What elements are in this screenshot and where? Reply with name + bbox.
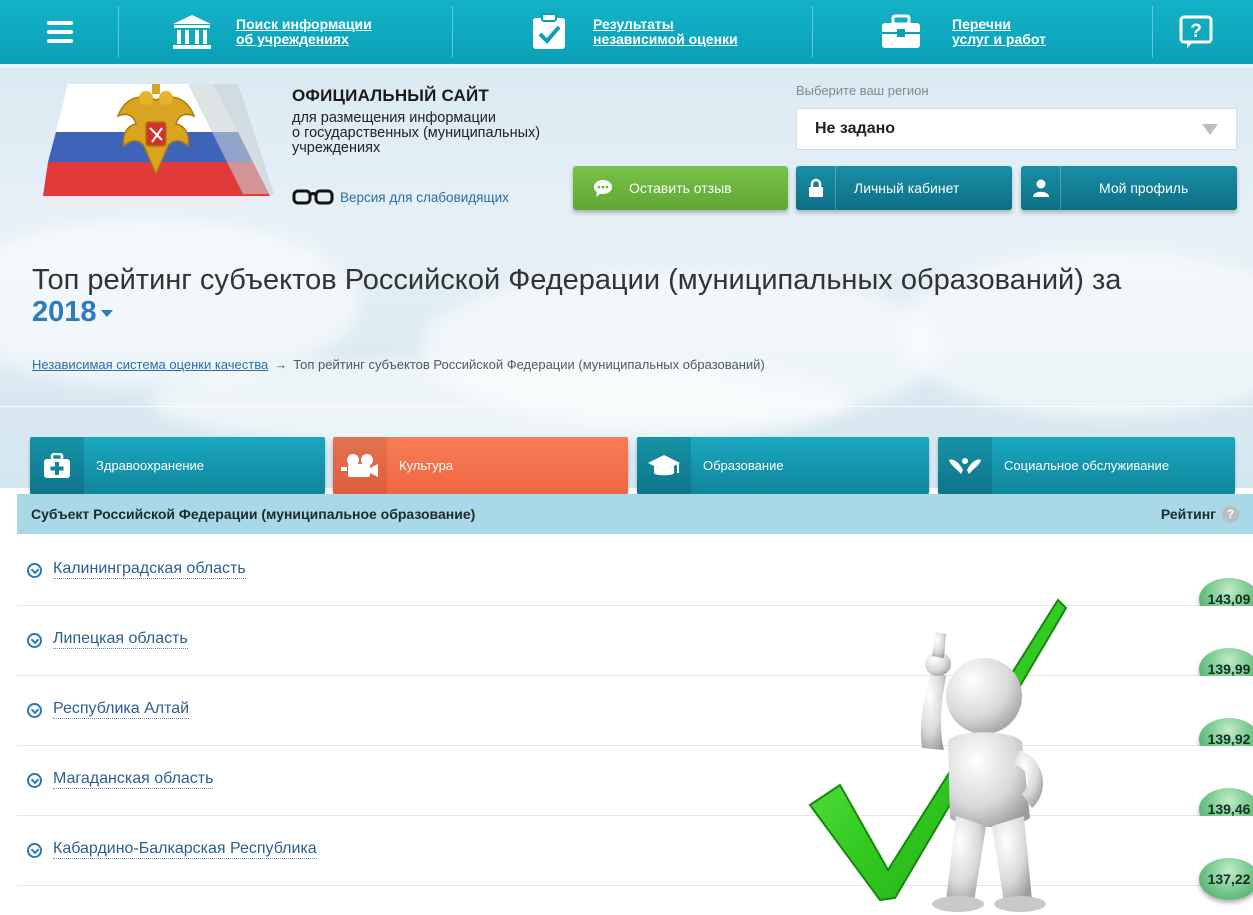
low-vision-version-link[interactable]: Версия для слабовидящих [292, 188, 509, 206]
low-vision-label[interactable]: Версия для слабовидящих [340, 190, 509, 205]
film-camera-icon [333, 437, 387, 494]
year-selector[interactable]: 2018 [32, 296, 113, 328]
region-select[interactable]: Не задано [796, 108, 1237, 150]
year-value[interactable]: 2018 [32, 296, 97, 328]
region-name-link[interactable]: Калининградская область [53, 559, 246, 579]
question-mark-icon[interactable]: ? [1222, 505, 1239, 523]
rating-score-badge: 137,22 [1199, 858, 1253, 900]
tab-education[interactable]: Образование [637, 437, 929, 494]
region-label: Выберите ваш регион [796, 83, 929, 98]
menu-button[interactable] [40, 0, 80, 64]
svg-text:?: ? [1190, 21, 1202, 42]
graduation-cap-icon [637, 437, 691, 494]
breadcrumb-arrow: → [274, 357, 288, 372]
column-header-subject[interactable]: Субъект Российской Федерации (муниципаль… [31, 506, 475, 522]
table-row: Республика Алтай 139,92 [17, 676, 1253, 760]
nav-link-line[interactable]: Перечни [952, 17, 1046, 32]
nav-link-line[interactable]: Результаты [593, 17, 738, 32]
expand-chevron-icon[interactable] [27, 703, 42, 718]
menu-bar-line [47, 39, 73, 43]
region-name-link[interactable]: Республика Алтай [53, 699, 190, 719]
nav-link-line[interactable]: услуг и работ [952, 32, 1046, 47]
personal-cabinet-label: Личный кабинет [854, 180, 960, 196]
expand-chevron-icon[interactable] [27, 773, 42, 788]
briefcase-icon [882, 14, 920, 48]
tab-label: Образование [703, 458, 784, 473]
russian-coat-of-arms-logo[interactable] [38, 74, 288, 224]
caret-down-icon [100, 309, 113, 317]
nav-item-independent-evaluation[interactable]: Результаты независимой оценки [527, 0, 738, 64]
glasses-icon [292, 189, 334, 205]
table-header: Субъект Российской Федерации (муниципаль… [17, 494, 1253, 534]
breadcrumb: Независимая система оценки качества → То… [32, 357, 765, 372]
leave-feedback-button[interactable]: Оставить отзыв [573, 166, 788, 210]
expand-chevron-icon[interactable] [27, 633, 42, 648]
region-select-value: Не задано [815, 120, 896, 137]
nav-item-search-institutions[interactable]: Поиск информации об учреждениях [170, 0, 372, 64]
personal-cabinet-button[interactable]: Личный кабинет [796, 166, 1012, 210]
institution-building-icon [173, 15, 211, 49]
nav-item-services-list[interactable]: Перечни услуг и работ [878, 0, 1046, 64]
site-header: ОФИЦИАЛЬНЫЙ САЙТ для размещения информац… [0, 68, 1253, 488]
first-aid-kit-icon [30, 437, 84, 494]
tab-label: Социальное обслуживание [1004, 458, 1170, 473]
breadcrumb-current: Топ рейтинг субъектов Российской Федерац… [293, 357, 765, 372]
tab-social-services[interactable]: Социальное обслуживание [938, 437, 1235, 494]
nav-link-line[interactable]: независимой оценки [593, 32, 738, 47]
table-row: Кабардино-Балкарская Республика 137,22 [17, 816, 1253, 900]
column-header-rating[interactable]: Рейтинг ? [1161, 505, 1239, 523]
nav-link-line[interactable]: Поиск информации [236, 17, 372, 32]
user-icon [1021, 166, 1061, 210]
expand-chevron-icon[interactable] [27, 563, 42, 578]
table-row: Магаданская область 139,46 [17, 746, 1253, 830]
divider [812, 6, 813, 58]
menu-bar-line [47, 21, 73, 25]
table-row: Липецкая область 139,99 [17, 606, 1253, 690]
region-name-link[interactable]: Липецкая область [53, 629, 188, 649]
tab-label: Здравоохранение [96, 458, 205, 473]
tab-healthcare[interactable]: Здравоохранение [30, 437, 325, 494]
region-name-link[interactable]: Кабардино-Балкарская Республика [53, 839, 317, 859]
tab-label: Культура [399, 458, 454, 473]
leave-feedback-label: Оставить отзыв [629, 180, 732, 196]
chevron-down-icon [1202, 124, 1218, 135]
clipboard-check-icon [533, 13, 565, 49]
expand-chevron-icon[interactable] [27, 843, 42, 858]
top-navigation-bar: Поиск информации об учреждениях Результа… [0, 0, 1253, 68]
region-name-link[interactable]: Магаданская область [53, 769, 214, 789]
nav-link-line[interactable]: об учреждениях [236, 32, 372, 47]
divider [452, 6, 453, 58]
divider [118, 6, 119, 58]
tab-culture[interactable]: Культура [333, 437, 628, 494]
my-profile-label: Мой профиль [1099, 180, 1189, 196]
lock-icon [796, 166, 836, 210]
column-header-rating-label[interactable]: Рейтинг [1161, 506, 1216, 522]
my-profile-button[interactable]: Мой профиль [1021, 166, 1237, 210]
site-subtitle: для размещения информации о государствен… [292, 110, 541, 156]
divider [0, 406, 1253, 407]
help-speech-bubble-icon: ? [1179, 15, 1213, 48]
site-title: ОФИЦИАЛЬНЫЙ САЙТ [292, 86, 490, 105]
page-title-text: Топ рейтинг субъектов Российской Федерац… [32, 264, 1122, 296]
divider [1152, 6, 1153, 58]
table-row: Калининградская область 143,09 [17, 536, 1253, 620]
breadcrumb-link-quality-system[interactable]: Независимая система оценки качества [32, 357, 268, 372]
help-button[interactable]: ? [1178, 0, 1214, 64]
caring-hands-icon [938, 437, 992, 494]
speech-bubble-icon [583, 166, 623, 210]
page-title: Топ рейтинг субъектов Российской Федерац… [32, 264, 1132, 328]
menu-bar-line [47, 30, 73, 34]
